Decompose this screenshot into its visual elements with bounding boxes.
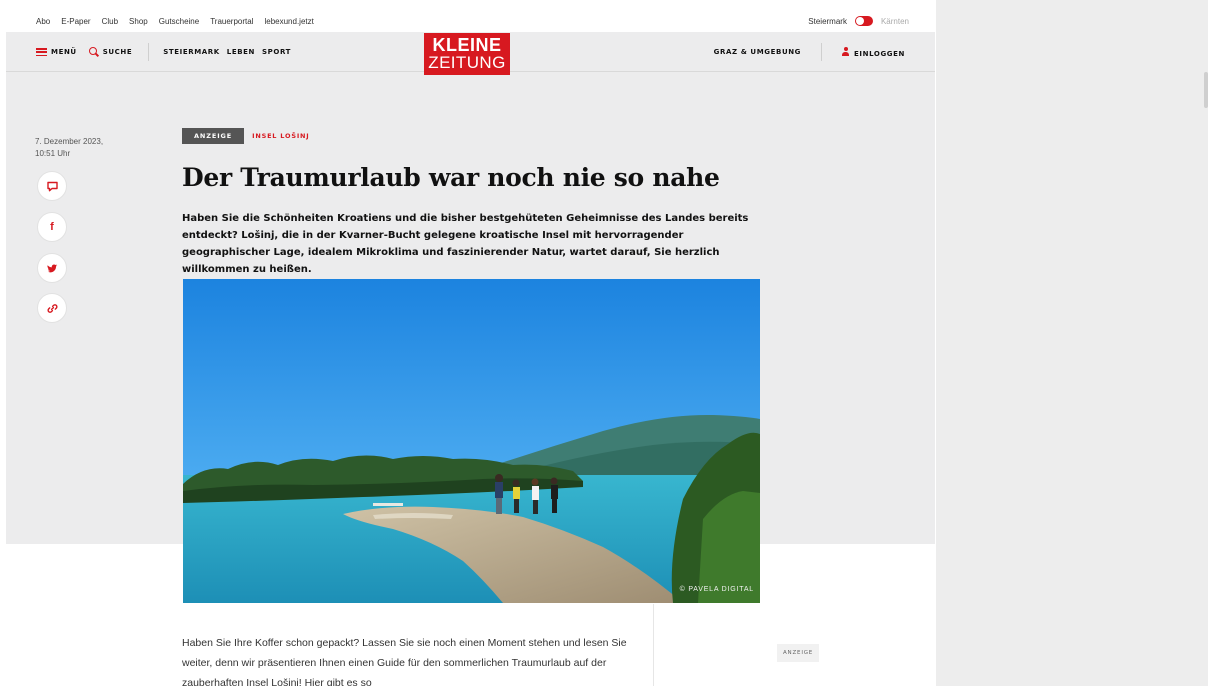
login-label: EINLOGGEN xyxy=(854,49,905,58)
article-body-paragraph: Haben Sie Ihre Koffer schon gepackt? Las… xyxy=(182,637,627,686)
nav-left: MENÜ SUCHE STEIERMARK LEBEN SPORT xyxy=(36,32,298,72)
share-twitter-button[interactable] xyxy=(37,253,67,283)
toggle-knob xyxy=(855,17,864,25)
sidebar-divider xyxy=(653,604,654,686)
article-lead: Haben Sie die Schönheiten Kroatiens und … xyxy=(182,213,749,275)
region-steiermark[interactable]: Steiermark xyxy=(808,17,847,26)
twitter-icon xyxy=(46,264,57,272)
browser-viewport: Abo E-Paper Club Shop Gutscheine Trauerp… xyxy=(0,0,1208,686)
copy-link-button[interactable] xyxy=(37,293,67,323)
article-hero-image[interactable]: © PAVELA DIGITAL xyxy=(183,279,760,603)
logo-line-2: ZEITUNG xyxy=(428,53,506,72)
region-link[interactable]: GRAZ & UMGEBUNG xyxy=(714,48,801,56)
login-button[interactable]: EINLOGGEN xyxy=(842,46,905,58)
comment-button[interactable] xyxy=(37,171,67,201)
utility-link-trauerportal[interactable]: Trauerportal xyxy=(210,17,253,26)
nav-category-leben[interactable]: LEBEN xyxy=(227,48,255,56)
nav-right: GRAZ & UMGEBUNG EINLOGGEN xyxy=(714,32,905,72)
utility-links: Abo E-Paper Club Shop Gutscheine Trauerp… xyxy=(36,10,314,32)
article-kicker: ANZEIGE INSEL LOŠINJ xyxy=(182,128,310,144)
share-facebook-button[interactable]: f xyxy=(37,212,67,242)
utility-link-epaper[interactable]: E-Paper xyxy=(61,17,90,26)
nav-divider xyxy=(148,43,150,61)
article-headline: Der Traumurlaub war noch nie so nahe xyxy=(182,163,720,192)
facebook-icon: f xyxy=(50,221,54,233)
main-navigation: MENÜ SUCHE STEIERMARK LEBEN SPORT KLEINE… xyxy=(6,32,935,75)
region-toggle[interactable] xyxy=(854,16,873,26)
user-icon xyxy=(842,46,850,56)
article-date-day: 7. Dezember 2023, xyxy=(35,137,104,146)
scrollbar[interactable] xyxy=(1204,72,1208,108)
utility-link-lebexund[interactable]: lebexund.jetzt xyxy=(264,17,313,26)
kleine-zeitung-logo[interactable]: KLEINE ZEITUNG xyxy=(424,33,510,75)
search-icon xyxy=(88,47,99,57)
article-date: 7. Dezember 2023, 10:51 Uhr xyxy=(35,136,125,160)
search-label: SUCHE xyxy=(102,48,133,56)
utility-link-shop[interactable]: Shop xyxy=(129,17,148,26)
comment-icon xyxy=(46,181,58,191)
link-icon xyxy=(47,303,57,313)
utility-bar: Abo E-Paper Club Shop Gutscheine Trauerp… xyxy=(6,10,935,32)
ad-badge: ANZEIGE xyxy=(182,128,245,144)
nav-divider xyxy=(821,43,823,61)
hamburger-icon xyxy=(36,48,47,56)
menu-button[interactable]: MENÜ xyxy=(36,48,77,56)
utility-link-abo[interactable]: Abo xyxy=(36,17,50,26)
utility-link-gutscheine[interactable]: Gutscheine xyxy=(159,17,199,26)
sidebar-ad-label: ANZEIGE xyxy=(777,644,820,662)
menu-label: MENÜ xyxy=(51,48,77,56)
nav-category-steiermark[interactable]: STEIERMARK xyxy=(163,48,220,56)
region-switch: Steiermark Kärnten xyxy=(808,10,909,32)
search-button[interactable]: SUCHE xyxy=(88,47,133,57)
region-kaernten[interactable]: Kärnten xyxy=(881,17,909,26)
island-landscape-photo xyxy=(183,279,760,603)
article-date-time: 10:51 Uhr xyxy=(35,149,71,158)
image-credit: © PAVELA DIGITAL xyxy=(679,586,754,593)
utility-link-club[interactable]: Club xyxy=(102,17,118,26)
page-gutter xyxy=(936,0,1208,686)
article-topic[interactable]: INSEL LOŠINJ xyxy=(252,132,309,140)
logo-line-1: KLEINE xyxy=(432,35,502,55)
nav-category-sport[interactable]: SPORT xyxy=(262,48,291,56)
